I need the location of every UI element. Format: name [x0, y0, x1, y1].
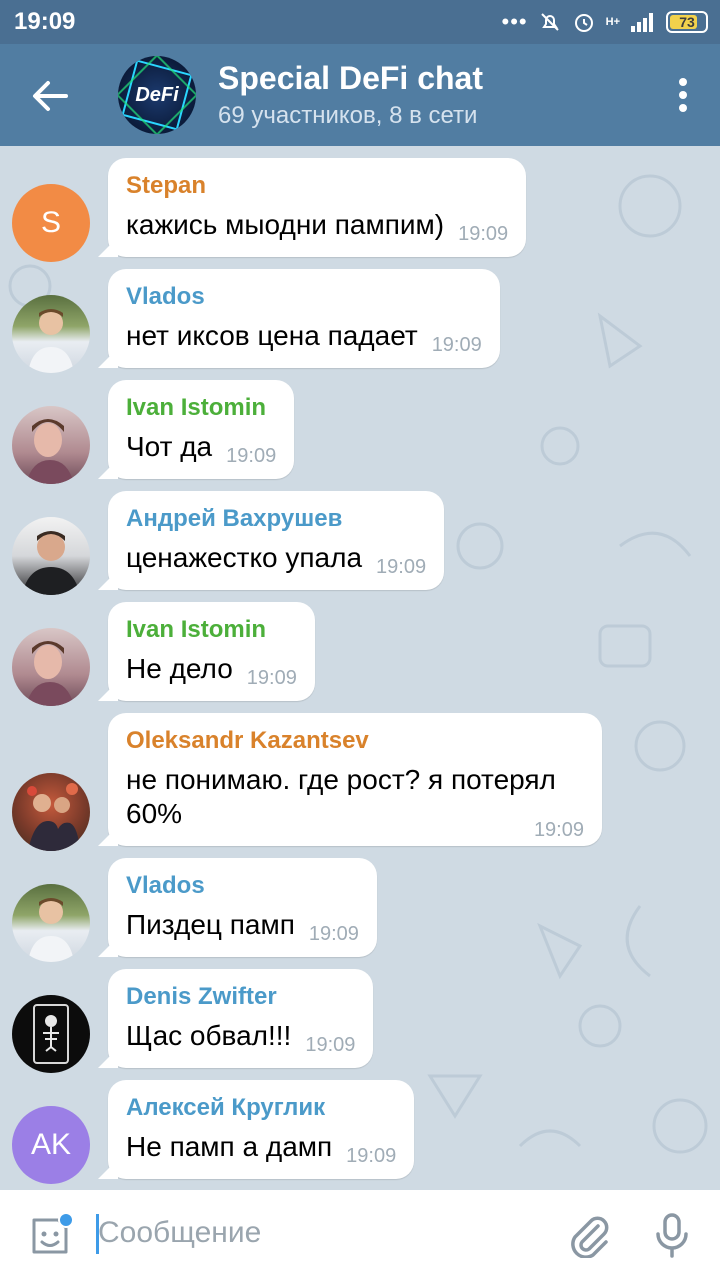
avatar[interactable]	[12, 773, 90, 851]
message-bubble[interactable]: Алексей Круглик Не памп а дамп 19:09	[108, 1080, 415, 1179]
kebab-menu-icon[interactable]	[678, 78, 688, 112]
signal-icon	[631, 13, 653, 32]
message-bubble[interactable]: Stepan кажись мыодни пампим) 19:09	[108, 158, 527, 257]
battery-level: 73	[679, 14, 695, 30]
avatar[interactable]	[12, 995, 90, 1073]
person-photo-icon	[26, 641, 74, 706]
message-time: 19:09	[533, 819, 584, 841]
message-text: Пиздец памп 19:09	[126, 908, 359, 951]
message-body: Не памп а дамп	[126, 1131, 333, 1162]
sender-name[interactable]: Stepan	[126, 172, 508, 200]
message-time: 19:09	[431, 334, 482, 356]
message-time: 19:09	[308, 923, 359, 945]
chat-header: DeFi Special DeFi chat 69 участников, 8 …	[0, 44, 720, 146]
person-photo-icon	[28, 898, 74, 962]
message-text: нет иксов цена падает 19:09	[126, 319, 482, 362]
arrow-left-icon[interactable]	[26, 72, 74, 120]
avatar[interactable]	[12, 628, 90, 706]
message-bubble[interactable]: Андрей Вахрушев ценажестко упала 19:09	[108, 491, 445, 590]
message-time: 19:09	[305, 1034, 356, 1056]
paperclip-icon[interactable]	[566, 1212, 610, 1258]
sender-name[interactable]: Алексей Круглик	[126, 1094, 396, 1122]
person-photo-icon	[22, 531, 80, 595]
message-body: Пиздец памп	[126, 909, 295, 940]
message-body: нет иксов цена падает	[126, 320, 418, 351]
message-bubble[interactable]: Vlados Пиздец памп 19:09	[108, 858, 377, 957]
mute-icon	[540, 13, 559, 31]
message-body: кажись мыодни пампим)	[126, 209, 445, 240]
avatar-initials: AK	[30, 1128, 72, 1161]
message-body: ценажестко упала	[126, 542, 363, 573]
message-time: 19:09	[458, 223, 509, 245]
message-text: Не памп а дамп 19:09	[126, 1130, 396, 1173]
message-bubble[interactable]: Denis Zwifter Щас обвал!!! 19:09	[108, 969, 374, 1068]
avatar[interactable]	[12, 406, 90, 484]
avatar[interactable]	[12, 517, 90, 595]
chat-avatar-logo: DeFi	[135, 83, 179, 106]
sender-name[interactable]: Vlados	[126, 283, 482, 311]
message-bubble[interactable]: Ivan Istomin Не дело 19:09	[108, 602, 315, 701]
message-input[interactable]	[98, 1210, 538, 1256]
message-composer	[0, 1190, 720, 1280]
person-photo-icon	[28, 309, 74, 373]
person-photo-icon	[26, 419, 74, 484]
message-text: Чот да 19:09	[126, 430, 276, 473]
sender-name[interactable]: Vlados	[126, 872, 359, 900]
sender-name[interactable]: Denis Zwifter	[126, 983, 355, 1011]
message-time: 19:09	[246, 667, 297, 689]
message-text: Не дело 19:09	[126, 652, 297, 695]
chat-avatar[interactable]: DeFi	[118, 56, 196, 134]
message-time: 19:09	[226, 445, 277, 467]
message-list[interactable]: S Stepan кажись мыодни пампим) 19:09 Vlad…	[0, 146, 720, 1190]
message-text: Щас обвал!!! 19:09	[126, 1019, 355, 1062]
avatar[interactable]	[12, 295, 90, 373]
microphone-icon[interactable]	[652, 1212, 692, 1258]
avatar[interactable]	[12, 884, 90, 962]
skeleton-card-icon	[33, 1004, 69, 1064]
message-body: Не дело	[126, 653, 233, 684]
message-time: 19:09	[346, 1145, 397, 1167]
message-body: Чот да	[126, 431, 213, 462]
chat-subtitle: 69 участников, 8 в сети	[218, 102, 478, 129]
sender-name[interactable]: Ivan Istomin	[126, 394, 276, 422]
person-photo-icon	[27, 783, 80, 851]
sender-name[interactable]: Oleksandr Kazantsev	[126, 727, 584, 755]
status-bar: 19:09 ••• H+ 73	[0, 0, 720, 44]
alarm-icon	[574, 14, 593, 32]
avatar[interactable]: AK	[12, 1106, 90, 1184]
network-type: H+	[605, 16, 620, 28]
sender-name[interactable]: Андрей Вахрушев	[126, 505, 426, 533]
more-notifications-icon: •••	[501, 9, 528, 34]
new-stickers-badge	[58, 1212, 74, 1228]
chat-title[interactable]: Special DeFi chat	[218, 60, 483, 97]
battery-icon: 73	[666, 11, 708, 33]
message-body: Щас обвал!!!	[126, 1020, 292, 1051]
status-icons: ••• H+ 73	[502, 8, 708, 36]
message-bubble[interactable]: Ivan Istomin Чот да 19:09	[108, 380, 295, 479]
message-bubble[interactable]: Oleksandr Kazantsev не понимаю. где рост…	[108, 713, 602, 846]
message-text: кажись мыодни пампим) 19:09	[126, 208, 508, 251]
message-bubble[interactable]: Vlados нет иксов цена падает 19:09	[108, 269, 500, 368]
sender-name[interactable]: Ivan Istomin	[126, 616, 297, 644]
avatar-initials: S	[40, 206, 61, 239]
status-time: 19:09	[14, 8, 76, 35]
message-text: ценажестко упала 19:09	[126, 541, 426, 584]
avatar[interactable]: S	[12, 184, 90, 262]
message-time: 19:09	[376, 556, 427, 578]
